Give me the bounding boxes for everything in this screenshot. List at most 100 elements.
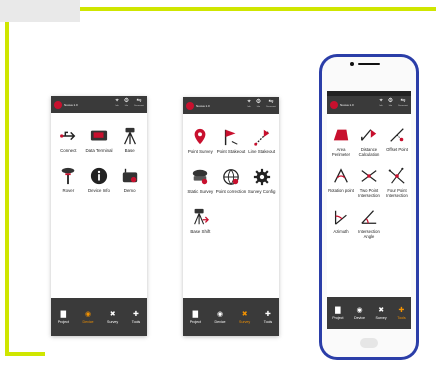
tile-radio[interactable]: Demo [114,167,145,193]
rover-icon [59,167,77,185]
function-grid: Area Perimeter Distance Calculation Offset… [327,114,411,239]
app-bar-tray: ⌖ Info ⚙ Info ⇋ Disconnect [247,99,276,109]
tray-item-label: Disconnect [266,106,276,108]
survey-icon: ✖ [378,307,385,314]
frame-left-line [5,22,9,356]
nav-item-label: Project [57,320,69,324]
folder-icon: ▇ [60,311,67,318]
tray-item-settings-icon[interactable]: ⚙ Info [124,98,129,108]
app-bar-tray: ⌖ Info ⚙ Info ⇋ Disconnect [115,98,144,108]
nav-item-label: Tools [131,320,141,324]
offset-icon [388,126,406,144]
bottom-nav: ▇ Project ◉ Device ✖ Survey ✚ Tools [327,297,411,329]
tile-offset[interactable]: Offset Point [383,126,411,157]
tools-icon: ✚ [133,311,139,318]
nav-item-label: Device [354,316,365,320]
tile-pin[interactable]: Point Survey [185,128,216,154]
tile-azimuth[interactable]: Azimuth [327,208,355,239]
nav-item-label: Device [82,320,94,324]
nav-item-label: Survey [375,316,387,320]
function-grid: Connect Data Terminal Base Rover Device Info… [51,113,147,193]
tray-item-usb-icon[interactable]: ⇋ Disconnect [266,99,276,109]
nav-item-survey[interactable]: ✖ Survey [376,306,387,320]
area-icon [332,126,350,144]
nav-item-project[interactable]: ▇ Project [190,310,201,324]
data-terminal-icon [90,127,108,145]
intersection-icon [360,167,378,185]
tray-item-gps-icon[interactable]: ⌖ Info [379,98,382,108]
folder-icon: ▇ [192,311,199,318]
tile-label: Rotation point [328,188,354,193]
tile-static[interactable]: Static Survey [185,168,216,194]
tile-tripod[interactable]: Base [114,127,145,153]
app-logo-icon [330,101,338,109]
nav-item-project[interactable]: ▇ Project [332,306,343,320]
gps-icon: ⌖ [379,98,383,104]
usb-icon: ⇋ [268,99,274,105]
survey-screen: Nuova 1.0 ⌖ Info ⚙ Info ⇋ Disconnect Point Surv… [183,97,279,336]
tile-info[interactable]: Device Info [84,167,115,193]
nav-item-label: Survey [239,320,251,324]
tray-item-settings-icon[interactable]: ⚙ Info [256,99,261,109]
tile-rotation[interactable]: Rotation point [327,167,355,198]
nav-item-tools[interactable]: ✚ Tools [397,306,405,320]
tray-item-usb-icon[interactable]: ⇋ Disconnect [398,98,408,108]
tray-item-label: Info [379,105,383,107]
tile-area[interactable]: Area Perimeter [327,126,355,157]
app-logo-icon [186,101,194,110]
app-title: Nuova 1.0 [196,103,210,108]
tray-item-gps-icon[interactable]: ⌖ Info [115,98,118,108]
nav-item-tools[interactable]: ✚ Tools [132,310,140,324]
home-button[interactable] [360,338,378,348]
phone-inner: Nuova 1.0 ⌖ Info ⚙ Info ⇋ Disconnect Area Perim… [322,57,416,357]
nav-item-device[interactable]: ◉ Device [83,310,94,324]
info-icon [90,167,108,185]
tray-item-label: Info [247,106,251,108]
tile-label: Area Perimeter [331,147,351,157]
tray-item-gps-icon[interactable]: ⌖ Info [247,99,250,109]
tripod-icon [121,127,139,145]
tray-item-usb-icon[interactable]: ⇋ Disconnect [134,98,144,108]
nav-item-project[interactable]: ▇ Project [58,310,69,324]
tools-icon: ✚ [398,307,405,314]
tile-label: Base Shift [190,229,211,234]
tile-line-stakeout[interactable]: Line Stakeout [246,128,277,154]
nav-item-survey[interactable]: ✖ Survey [107,310,118,324]
nav-item-label: Tools [263,320,273,324]
tile-label: Base [124,148,135,153]
pin-icon [191,128,209,146]
nav-item-device[interactable]: ◉ Device [354,306,365,320]
app-bar-tray: ⌖ Info ⚙ Info ⇋ Disconnect [379,98,408,108]
azimuth-icon [332,208,350,226]
tile-intersection[interactable]: Two Point Intersection [355,167,383,198]
tile-data-terminal[interactable]: Data Terminal [84,127,115,153]
nav-item-tools[interactable]: ✚ Tools [264,310,272,324]
tray-item-label: Info [256,106,261,108]
tile-base-shift[interactable]: Base Shift [185,208,216,234]
app-title: Nuova 1.0 [340,103,354,107]
tile-distance[interactable]: Distance Calculation [355,126,383,157]
tile-globe[interactable]: Point correction [216,168,247,194]
distance-icon [360,126,378,144]
app-logo-icon [54,100,62,109]
tile-label: Survey Config [247,189,276,194]
tile-four-point[interactable]: Four Point Intersection [383,167,411,198]
tile-label: Line Stakeout [248,149,276,154]
tile-label: Device Info [88,188,110,193]
nav-item-device[interactable]: ◉ Device [215,310,226,324]
flag-icon [222,128,240,146]
tile-label: Demo [123,188,136,193]
nav-item-survey[interactable]: ✖ Survey [239,310,250,324]
tile-angle[interactable]: Intersection Angle [355,208,383,239]
tile-rover[interactable]: Rover [53,167,84,193]
tile-flag[interactable]: Point Stakeout [216,128,247,154]
static-icon [191,168,209,186]
gps-icon: ⌖ [115,98,119,104]
tile-usb[interactable]: Connect [53,127,84,153]
tile-gear[interactable]: Survey Config [246,168,277,194]
tile-label: Four Point Intersection [386,188,408,198]
nav-item-label: Survey [107,320,119,324]
radio-icon [121,167,139,185]
tray-item-settings-icon[interactable]: ⚙ Info [388,98,393,108]
app-bar: Nuova 1.0 ⌖ Info ⚙ Info ⇋ Disconnect [327,96,411,114]
